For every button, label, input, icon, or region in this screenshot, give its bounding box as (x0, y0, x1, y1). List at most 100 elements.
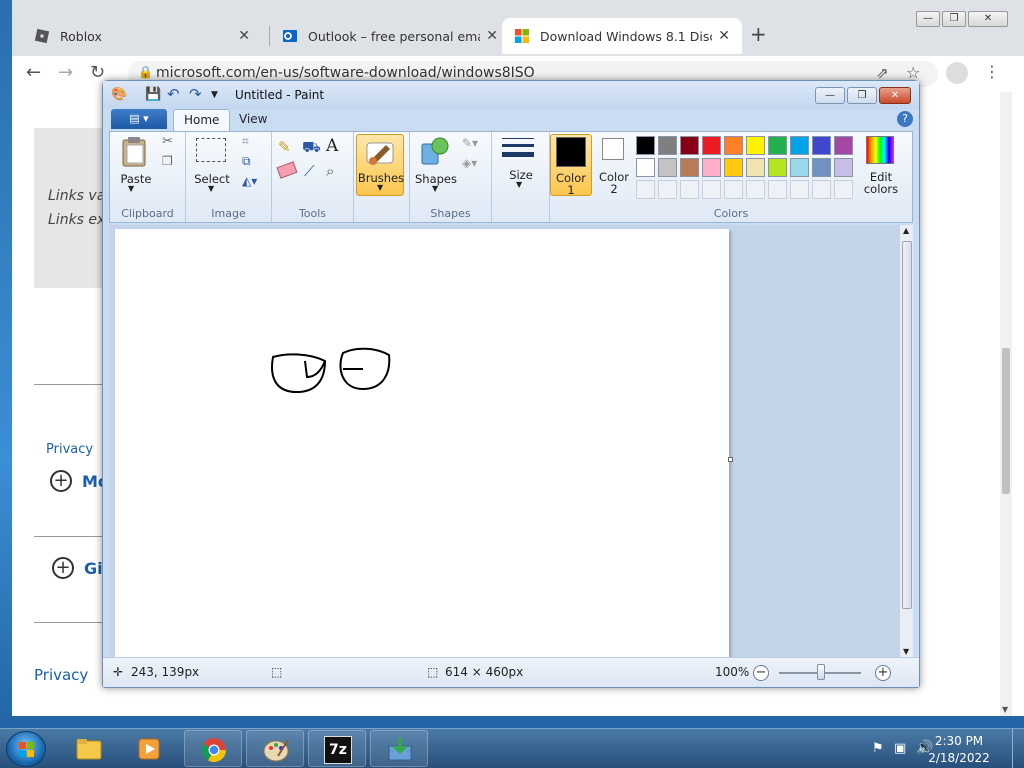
paint-close-button[interactable]: ✕ (879, 87, 911, 104)
palette-swatch-empty[interactable] (834, 180, 853, 199)
palette-swatch[interactable] (812, 136, 831, 155)
tab-windows-download[interactable]: Download Windows 8.1 Disc Ima ✕ (502, 18, 742, 54)
palette-swatch[interactable] (790, 158, 809, 177)
palette-swatch[interactable] (768, 158, 787, 177)
palette-swatch-empty[interactable] (636, 180, 655, 199)
palette-swatch-empty[interactable] (812, 180, 831, 199)
privacy-footer-link[interactable]: Privacy (34, 666, 88, 684)
taskbar-paint[interactable] (246, 730, 304, 767)
palette-swatch[interactable] (636, 158, 655, 177)
new-tab-button[interactable]: + (750, 22, 767, 46)
zoom-in-button[interactable]: + (875, 665, 891, 681)
palette-swatch[interactable] (680, 158, 699, 177)
paste-label[interactable]: Paste (116, 172, 156, 186)
palette-swatch-empty[interactable] (746, 180, 765, 199)
edit-colors-button[interactable]: Edit colors (856, 134, 906, 198)
select-dropdown-icon[interactable]: ▼ (208, 184, 214, 193)
color-picker-icon[interactable]: ⟋ (304, 162, 315, 180)
action-center-flag-icon[interactable]: ⚑ (872, 741, 884, 756)
help-icon[interactable]: ? (897, 111, 913, 127)
close-tab-icon[interactable]: ✕ (718, 28, 730, 44)
select-rectangle-icon[interactable] (196, 138, 226, 162)
undo-icon[interactable]: ↶ (167, 85, 180, 103)
back-arrow-icon[interactable]: ← (26, 62, 41, 83)
clock-date[interactable]: 2/18/2022 (924, 751, 994, 765)
taskbar-chrome[interactable] (184, 730, 242, 767)
canvas-resize-handle[interactable] (728, 457, 733, 462)
crop-icon[interactable]: ⌗ (242, 134, 249, 149)
palette-swatch-empty[interactable] (724, 180, 743, 199)
page-scrollbar[interactable]: ▼ (1000, 92, 1012, 716)
close-tab-icon[interactable]: ✕ (486, 28, 498, 44)
zoom-out-button[interactable]: − (753, 665, 769, 681)
browser-minimize-button[interactable]: — (916, 11, 940, 27)
scroll-up-arrow-icon[interactable]: ▲ (903, 226, 909, 235)
paste-clipboard-icon[interactable] (120, 136, 150, 168)
canvas-scrollbar[interactable]: ▲ ▼ (899, 225, 913, 657)
network-icon[interactable]: ▣ (894, 741, 906, 756)
palette-swatch[interactable] (636, 136, 655, 155)
palette-swatch[interactable] (702, 136, 721, 155)
shapes-dropdown-icon[interactable]: ▼ (432, 184, 438, 193)
start-button[interactable] (6, 731, 46, 767)
save-icon[interactable]: 💾 (145, 87, 161, 102)
paint-app-icon[interactable]: 🎨 (111, 87, 127, 102)
zoom-slider-knob[interactable] (817, 664, 825, 680)
cut-scissors-icon[interactable]: ✂ (162, 134, 173, 149)
resize-icon[interactable]: ⧉ (242, 154, 251, 169)
paste-dropdown-icon[interactable]: ▼ (128, 184, 134, 193)
page-scroll-thumb[interactable] (1002, 348, 1010, 494)
palette-swatch[interactable] (658, 158, 677, 177)
palette-swatch[interactable] (724, 136, 743, 155)
browser-close-button[interactable]: ✕ (968, 11, 1008, 27)
palette-swatch-empty[interactable] (658, 180, 677, 199)
palette-swatch-empty[interactable] (790, 180, 809, 199)
tab-roblox[interactable]: Roblox ✕ (22, 18, 262, 54)
menu-kebab-icon[interactable]: ⋮ (984, 62, 1000, 81)
fill-icon[interactable]: ◈▾ (462, 156, 477, 170)
paint-minimize-button[interactable]: — (815, 87, 845, 104)
tab-view[interactable]: View (229, 109, 277, 131)
privacy-link[interactable]: Privacy (46, 442, 93, 457)
customize-quick-access-icon[interactable]: ▼ (211, 90, 218, 100)
scroll-down-arrow-icon[interactable]: ▼ (1002, 705, 1008, 714)
clock-time[interactable]: 2:30 PM (924, 734, 994, 748)
palette-swatch[interactable] (680, 136, 699, 155)
color1-button[interactable]: Color 1 (550, 134, 592, 197)
line-size-icon[interactable] (502, 136, 534, 157)
text-tool-icon[interactable]: A (326, 136, 338, 156)
eraser-icon[interactable] (276, 161, 298, 179)
reload-icon[interactable]: ↻ (90, 62, 105, 83)
paint-file-menu-button[interactable]: ▤ ▾ (111, 109, 167, 129)
forward-arrow-icon[interactable]: → (58, 62, 73, 83)
rotate-icon[interactable]: ◭▾ (242, 174, 257, 188)
tab-outlook[interactable]: Outlook – free personal email an ✕ (270, 18, 510, 54)
taskbar-7zip[interactable]: 7z (308, 730, 366, 767)
profile-avatar-icon[interactable] (946, 62, 968, 84)
palette-swatch[interactable] (702, 158, 721, 177)
expand-plus-icon[interactable]: + (52, 557, 74, 579)
palette-swatch[interactable] (834, 136, 853, 155)
taskbar-media-player[interactable] (120, 730, 178, 767)
browser-restore-button[interactable]: ❐ (942, 11, 966, 27)
palette-swatch[interactable] (746, 158, 765, 177)
drawing-canvas[interactable] (115, 229, 733, 661)
shapes-icon[interactable] (418, 136, 452, 168)
scroll-down-arrow-icon[interactable]: ▼ (903, 647, 909, 656)
size-dropdown-icon[interactable]: ▼ (516, 180, 522, 189)
close-tab-icon[interactable]: ✕ (238, 28, 250, 44)
palette-swatch[interactable] (834, 158, 853, 177)
magnifier-icon[interactable]: ⌕ (326, 162, 334, 180)
tab-home[interactable]: Home (173, 109, 231, 131)
copy-icon[interactable]: ❐ (162, 154, 173, 168)
palette-swatch[interactable] (812, 158, 831, 177)
color2-button[interactable]: Color 2 (594, 134, 634, 196)
palette-swatch[interactable] (790, 136, 809, 155)
palette-swatch[interactable] (746, 136, 765, 155)
paint-titlebar[interactable]: 🎨 💾 ↶ ↷ ▼ Untitled - Paint — ❐ ✕ (103, 81, 919, 109)
canvas-scroll-thumb[interactable] (902, 241, 912, 609)
redo-icon[interactable]: ↷ (189, 85, 202, 103)
taskbar-explorer[interactable] (60, 730, 118, 767)
brushes-button[interactable]: Brushes ▼ (356, 134, 404, 196)
outline-icon[interactable]: ✎▾ (462, 136, 478, 150)
